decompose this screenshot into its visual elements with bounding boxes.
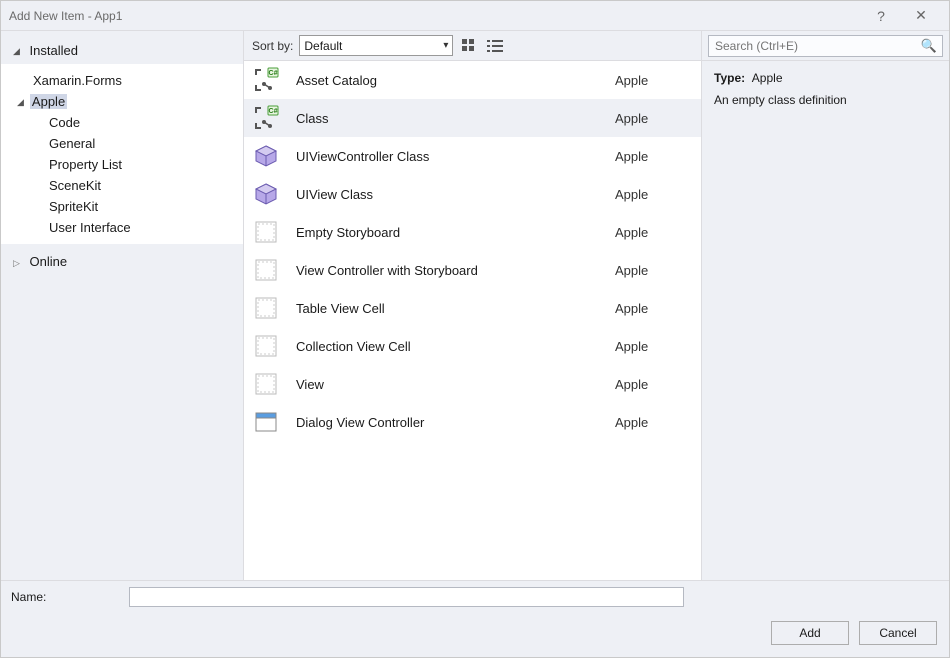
tree-node-installed[interactable]: Installed	[1, 39, 243, 62]
view-large-icons-button[interactable]	[459, 36, 479, 56]
sort-by-label: Sort by:	[252, 39, 293, 53]
template-row[interactable]: Collection View CellApple	[244, 327, 701, 365]
sheet-icon	[252, 218, 280, 246]
template-row[interactable]: C# Asset CatalogApple	[244, 61, 701, 99]
close-button[interactable]: ✕	[901, 7, 941, 24]
help-button[interactable]: ?	[861, 8, 901, 24]
sheet-icon	[252, 332, 280, 360]
template-name: Collection View Cell	[296, 339, 615, 354]
tree-item-apple[interactable]: Apple	[1, 91, 243, 112]
sheet-icon	[252, 256, 280, 284]
template-row[interactable]: UIViewController ClassApple	[244, 137, 701, 175]
template-name: Table View Cell	[296, 301, 615, 316]
window-icon	[252, 408, 280, 436]
template-row[interactable]: ViewApple	[244, 365, 701, 403]
svg-text:C#: C#	[269, 70, 278, 77]
template-name: View Controller with Storyboard	[296, 263, 615, 278]
tree-node-online[interactable]: Online	[1, 250, 243, 273]
detail-type-label: Type:	[714, 71, 745, 85]
template-row[interactable]: Empty StoryboardApple	[244, 213, 701, 251]
tree-item-general[interactable]: General	[1, 133, 243, 154]
tree-item-user-interface[interactable]: User Interface	[1, 217, 243, 238]
details-pane: 🔍 Type: Apple An empty class definition	[701, 31, 949, 580]
detail-type-value: Apple	[752, 71, 783, 85]
template-row[interactable]: C# ClassApple	[244, 99, 701, 137]
template-category: Apple	[615, 111, 685, 126]
name-label: Name:	[11, 590, 121, 604]
cs-icon: C#	[252, 104, 280, 132]
svg-text:C#: C#	[269, 108, 278, 115]
template-category: Apple	[615, 187, 685, 202]
template-category: Apple	[615, 339, 685, 354]
template-category: Apple	[615, 73, 685, 88]
search-input[interactable]	[708, 35, 943, 57]
cs-icon: C#	[252, 66, 280, 94]
tree-item-xamarin-forms[interactable]: Xamarin.Forms	[1, 70, 243, 91]
add-button[interactable]: Add	[771, 621, 849, 645]
template-list[interactable]: C#Asset CatalogAppleC#ClassAppleUIViewCo…	[244, 61, 701, 580]
template-name: Class	[296, 111, 615, 126]
template-name: UIView Class	[296, 187, 615, 202]
cancel-button[interactable]: Cancel	[859, 621, 937, 645]
template-row[interactable]: Table View CellApple	[244, 289, 701, 327]
template-category: Apple	[615, 377, 685, 392]
template-name: View	[296, 377, 615, 392]
template-category: Apple	[615, 263, 685, 278]
detail-description: An empty class definition	[714, 93, 937, 107]
dialog-footer: Name: Add Cancel	[1, 580, 949, 657]
sheet-icon	[252, 370, 280, 398]
template-toolbar: Sort by: Default	[244, 31, 701, 61]
template-category: Apple	[615, 149, 685, 164]
template-row[interactable]: UIView ClassApple	[244, 175, 701, 213]
search-icon[interactable]: 🔍	[921, 38, 937, 54]
template-row[interactable]: Dialog View ControllerApple	[244, 403, 701, 441]
tree-item-scenekit[interactable]: SceneKit	[1, 175, 243, 196]
cube-icon	[252, 180, 280, 208]
cube-icon	[252, 142, 280, 170]
tree-item-property-list[interactable]: Property List	[1, 154, 243, 175]
template-category: Apple	[615, 301, 685, 316]
add-new-item-dialog: Add New Item - App1 ? ✕ Installed Xamari…	[0, 0, 950, 658]
category-tree: Installed Xamarin.FormsAppleCodeGeneralP…	[1, 31, 244, 580]
tree-item-code[interactable]: Code	[1, 112, 243, 133]
name-input[interactable]	[129, 587, 684, 607]
template-name: Asset Catalog	[296, 73, 615, 88]
grid-icon	[462, 39, 476, 53]
template-name: Empty Storyboard	[296, 225, 615, 240]
sheet-icon	[252, 294, 280, 322]
template-category: Apple	[615, 415, 685, 430]
template-name: UIViewController Class	[296, 149, 615, 164]
view-list-button[interactable]	[485, 36, 505, 56]
sort-by-dropdown[interactable]: Default	[299, 35, 453, 56]
template-category: Apple	[615, 225, 685, 240]
list-icon	[487, 39, 503, 53]
window-title: Add New Item - App1	[9, 9, 861, 23]
titlebar: Add New Item - App1 ? ✕	[1, 1, 949, 31]
tree-item-spritekit[interactable]: SpriteKit	[1, 196, 243, 217]
template-row[interactable]: View Controller with StoryboardApple	[244, 251, 701, 289]
template-name: Dialog View Controller	[296, 415, 615, 430]
